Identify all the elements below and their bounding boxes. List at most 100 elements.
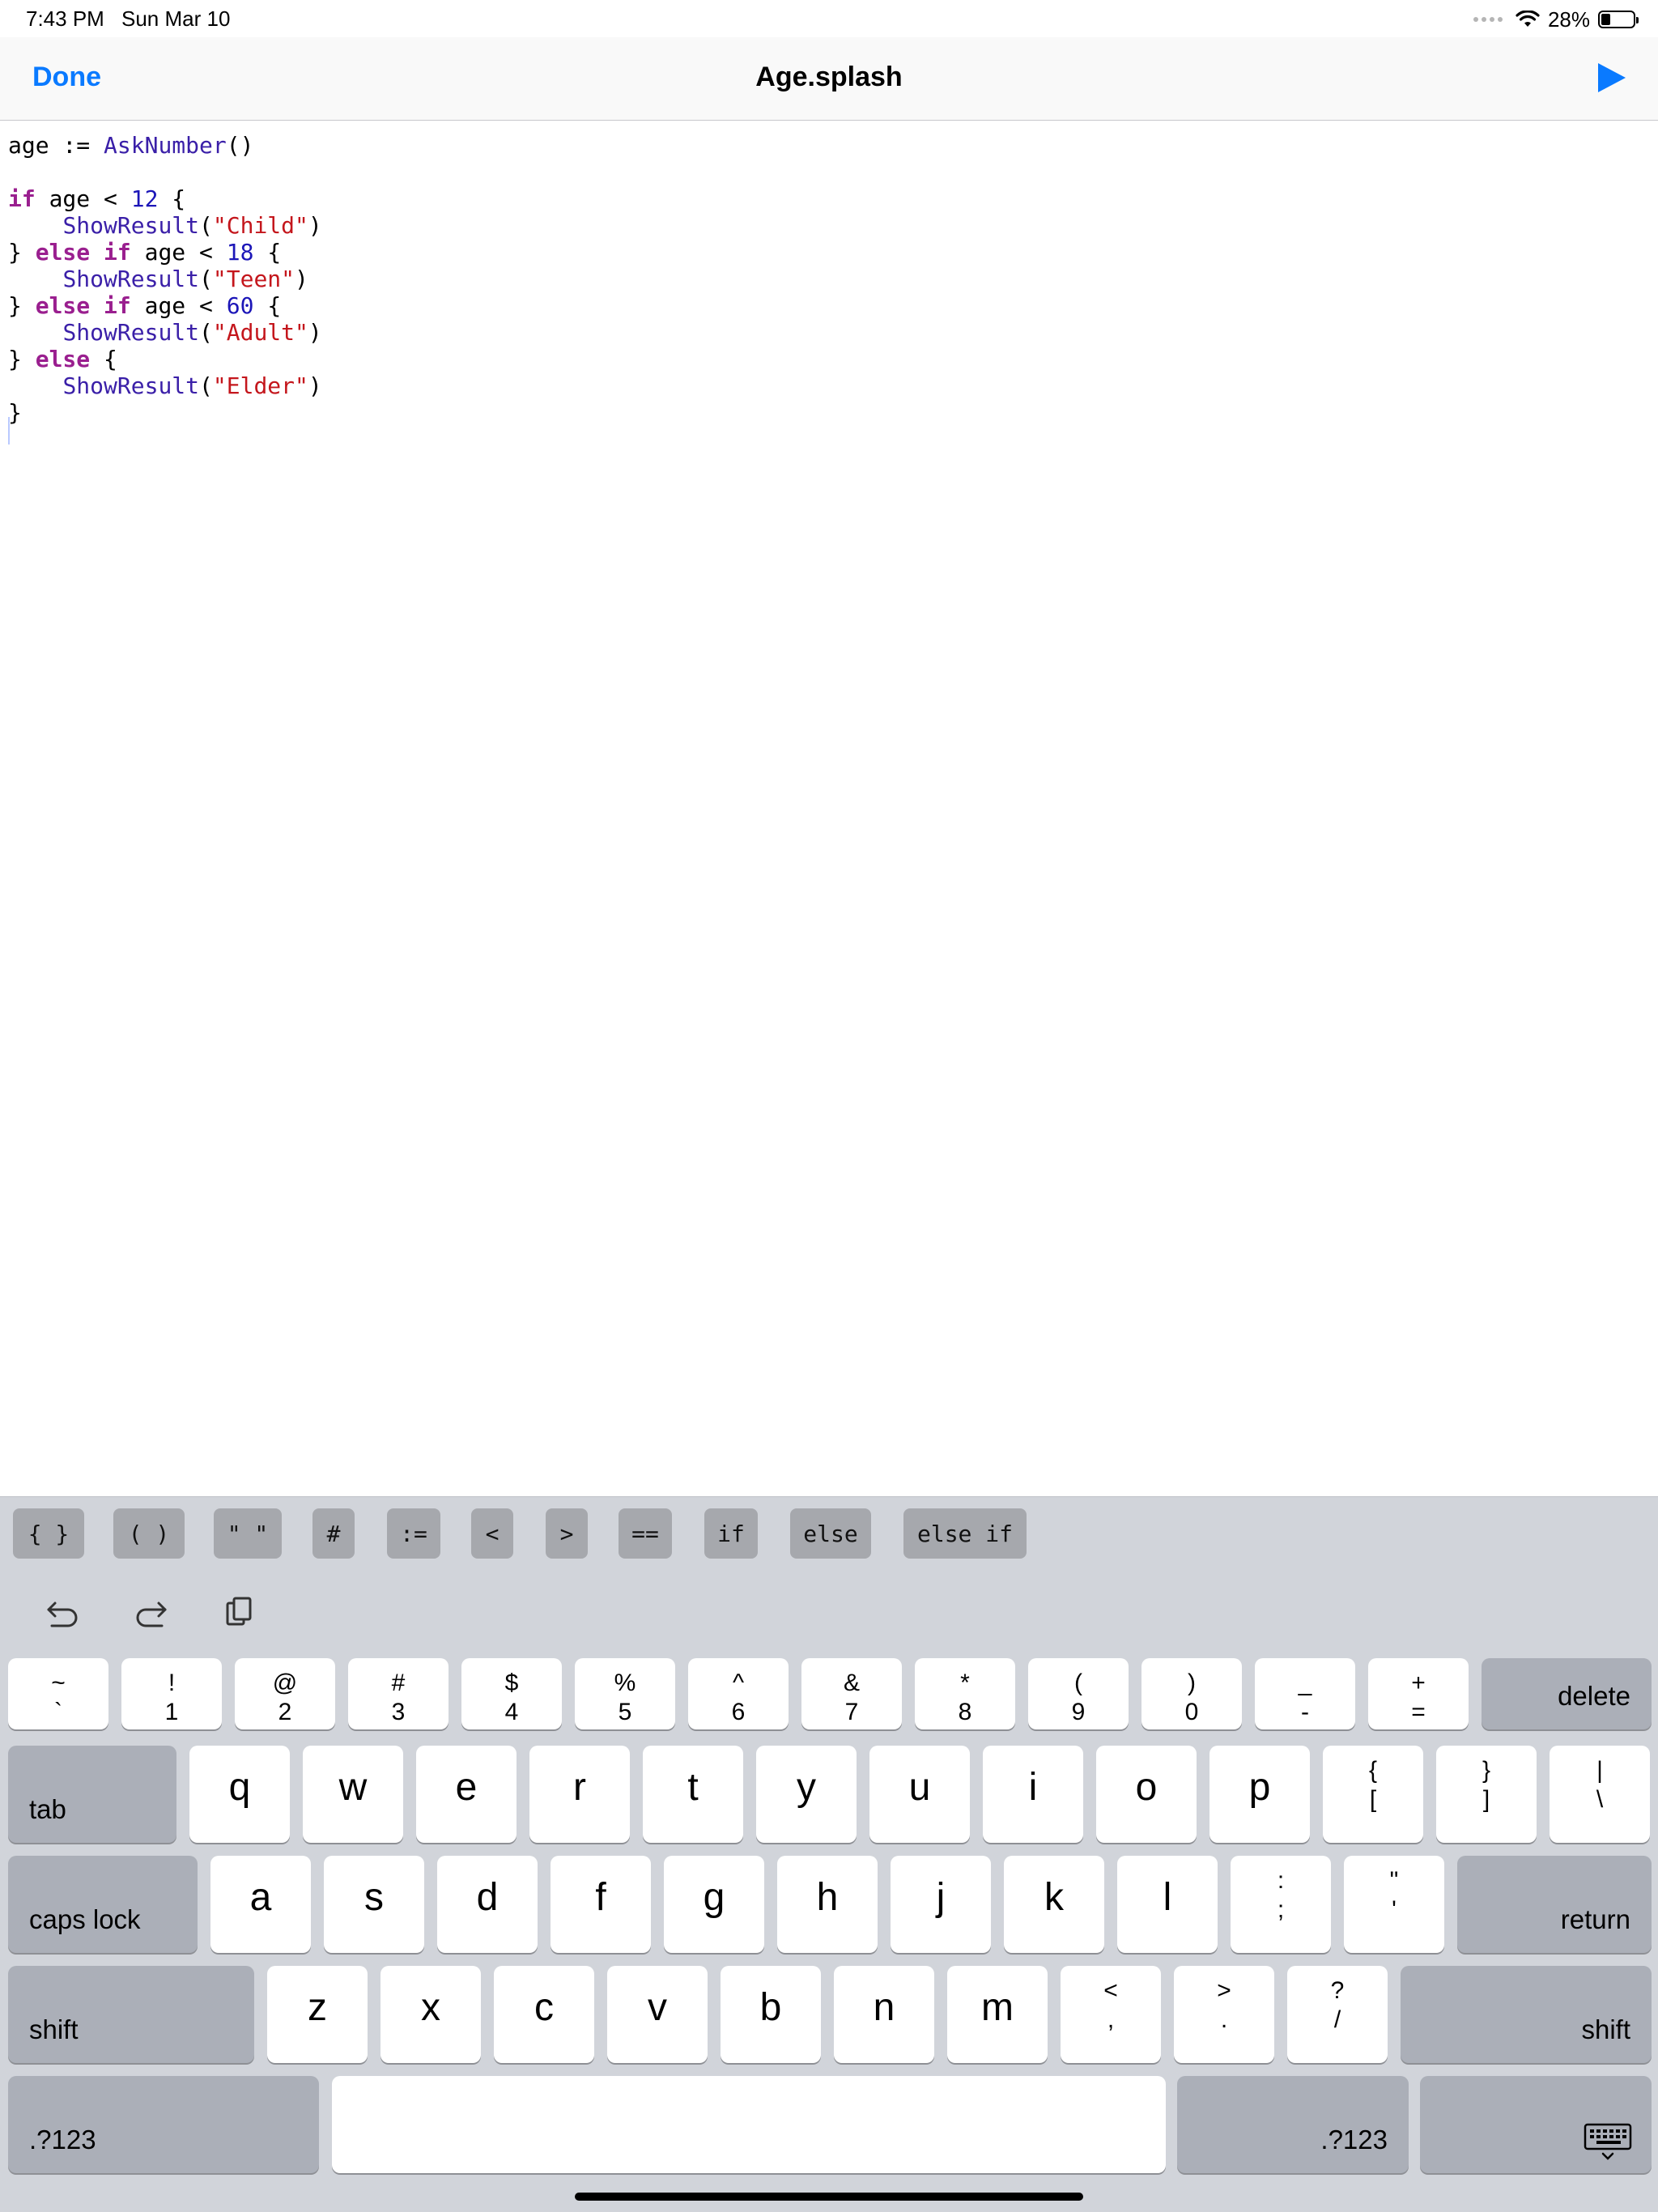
- play-icon[interactable]: [1593, 60, 1629, 96]
- key-k[interactable]: k: [1004, 1856, 1104, 1953]
- key-label: 8: [958, 1699, 972, 1725]
- key-e[interactable]: e: [416, 1746, 517, 1843]
- key-i[interactable]: i: [983, 1746, 1083, 1843]
- key-7[interactable]: & 7: [801, 1658, 902, 1729]
- key-shift-label: +: [1411, 1670, 1426, 1696]
- key-sym-row4-1[interactable]: >.: [1174, 1966, 1274, 2063]
- hide-keyboard-key[interactable]: [1420, 2076, 1652, 2173]
- snippet-button-1[interactable]: ( ): [113, 1508, 185, 1559]
- key-label: `: [54, 1699, 62, 1725]
- key-3[interactable]: #3: [348, 1658, 449, 1729]
- key-s[interactable]: s: [324, 1856, 424, 1953]
- numbers-key-left[interactable]: .?123: [8, 2076, 319, 2173]
- snippet-button-2[interactable]: " ": [214, 1508, 282, 1559]
- key-m[interactable]: m: [947, 1966, 1048, 2063]
- key-label: 4: [504, 1699, 519, 1725]
- key-shift-label: &: [843, 1670, 860, 1696]
- key-o[interactable]: o: [1096, 1746, 1197, 1843]
- caps-lock-key[interactable]: caps lock: [8, 1856, 198, 1953]
- key-n[interactable]: n: [834, 1966, 934, 2063]
- key-g[interactable]: g: [664, 1856, 764, 1953]
- key-0[interactable]: ) 0: [1141, 1658, 1242, 1729]
- key-2[interactable]: @2: [235, 1658, 335, 1729]
- key-f[interactable]: f: [551, 1856, 651, 1953]
- key-label: 3: [391, 1699, 406, 1725]
- key-h[interactable]: h: [777, 1856, 878, 1953]
- key-5[interactable]: % 5: [575, 1658, 675, 1729]
- key-q[interactable]: q: [189, 1746, 290, 1843]
- key-b[interactable]: b: [721, 1966, 821, 2063]
- key-d[interactable]: d: [437, 1856, 538, 1953]
- key-1[interactable]: ! 1: [121, 1658, 222, 1729]
- key-shift-label: (: [1074, 1670, 1082, 1696]
- key-label: /: [1333, 2006, 1341, 2033]
- paste-icon[interactable]: [220, 1593, 259, 1632]
- redo-icon[interactable]: [131, 1593, 170, 1632]
- code-editor[interactable]: age := AskNumber() if age < 12 { ShowRes…: [0, 121, 1658, 1497]
- snippet-button-9[interactable]: else: [790, 1508, 871, 1559]
- key-a[interactable]: a: [210, 1856, 311, 1953]
- key-p[interactable]: p: [1209, 1746, 1310, 1843]
- key-label: .?123: [1320, 2125, 1388, 2155]
- status-time: 7:43 PM: [26, 6, 104, 31]
- key-label: 2: [278, 1699, 292, 1725]
- key-label: e: [455, 1766, 478, 1809]
- key-label: v: [648, 1986, 667, 2029]
- code-text[interactable]: age := AskNumber() if age < 12 { ShowRes…: [8, 132, 322, 426]
- key-4[interactable]: $4: [461, 1658, 562, 1729]
- key-x[interactable]: x: [380, 1966, 481, 2063]
- key-y[interactable]: y: [756, 1746, 857, 1843]
- key-z[interactable]: z: [267, 1966, 368, 2063]
- key-label: ]: [1482, 1786, 1490, 1813]
- key-v[interactable]: v: [607, 1966, 708, 2063]
- delete-key[interactable]: delete: [1482, 1658, 1652, 1729]
- return-key[interactable]: return: [1457, 1856, 1652, 1953]
- undo-icon[interactable]: [44, 1593, 83, 1632]
- snippet-button-6[interactable]: >: [546, 1508, 588, 1559]
- key-sym-0[interactable]: {[: [1323, 1746, 1423, 1843]
- key-sym-row4-0[interactable]: <,: [1061, 1966, 1161, 2063]
- key-l[interactable]: l: [1117, 1856, 1218, 1953]
- tab-key[interactable]: tab: [8, 1746, 176, 1843]
- shift-right-key[interactable]: shift: [1401, 1966, 1652, 2063]
- keyboard: ~ `! 1 @2 #3 $4% 5 ^ 6 & 7 * 8(9) 0 _ - + = delete tab q w e r t…: [0, 1566, 1658, 2212]
- key-label: r: [573, 1766, 586, 1809]
- key-=[interactable]: + =: [1368, 1658, 1469, 1729]
- key-sym-1[interactable]: }]: [1436, 1746, 1537, 1843]
- key-shift-label: {: [1368, 1757, 1378, 1784]
- snippet-button-5[interactable]: <: [471, 1508, 513, 1559]
- key-8[interactable]: * 8: [915, 1658, 1015, 1729]
- key-c[interactable]: c: [494, 1966, 594, 2063]
- key-label: a: [249, 1876, 272, 1919]
- snippet-button-4[interactable]: :=: [387, 1508, 440, 1559]
- snippet-toolbar: { } ( ) " " # := < > == if else else if: [0, 1496, 1658, 1568]
- key--[interactable]: _ -: [1255, 1658, 1355, 1729]
- snippet-button-8[interactable]: if: [704, 1508, 758, 1559]
- key-r[interactable]: r: [529, 1746, 630, 1843]
- key-6[interactable]: ^ 6: [688, 1658, 789, 1729]
- key-label: f: [595, 1876, 606, 1919]
- key-shift-label: ): [1188, 1670, 1196, 1696]
- space-bar[interactable]: [332, 2076, 1166, 2173]
- key-label: y: [797, 1766, 816, 1809]
- shift-left-key[interactable]: shift: [8, 1966, 254, 2063]
- key-shift-label: _: [1298, 1670, 1312, 1696]
- snippet-button-0[interactable]: { }: [13, 1508, 84, 1559]
- key-`[interactable]: ~ `: [8, 1658, 108, 1729]
- key-t[interactable]: t: [643, 1746, 743, 1843]
- key-w[interactable]: w: [303, 1746, 403, 1843]
- numbers-key-right[interactable]: .?123: [1177, 2076, 1409, 2173]
- key-label: delete: [1558, 1681, 1630, 1711]
- key-label: 1: [164, 1699, 179, 1725]
- snippet-button-10[interactable]: else if: [903, 1508, 1027, 1559]
- key-sym-row3-1[interactable]: " ': [1344, 1856, 1444, 1953]
- snippet-button-3[interactable]: #: [312, 1508, 355, 1559]
- key-j[interactable]: j: [891, 1856, 991, 1953]
- key-label: ,: [1107, 2006, 1115, 2033]
- key-sym-row3-0[interactable]: :;: [1231, 1856, 1331, 1953]
- key-sym-2[interactable]: | \: [1550, 1746, 1650, 1843]
- key-9[interactable]: (9: [1028, 1658, 1129, 1729]
- key-u[interactable]: u: [869, 1746, 970, 1843]
- snippet-button-7[interactable]: ==: [619, 1508, 672, 1559]
- key-sym-row4-2[interactable]: ? /: [1287, 1966, 1388, 2063]
